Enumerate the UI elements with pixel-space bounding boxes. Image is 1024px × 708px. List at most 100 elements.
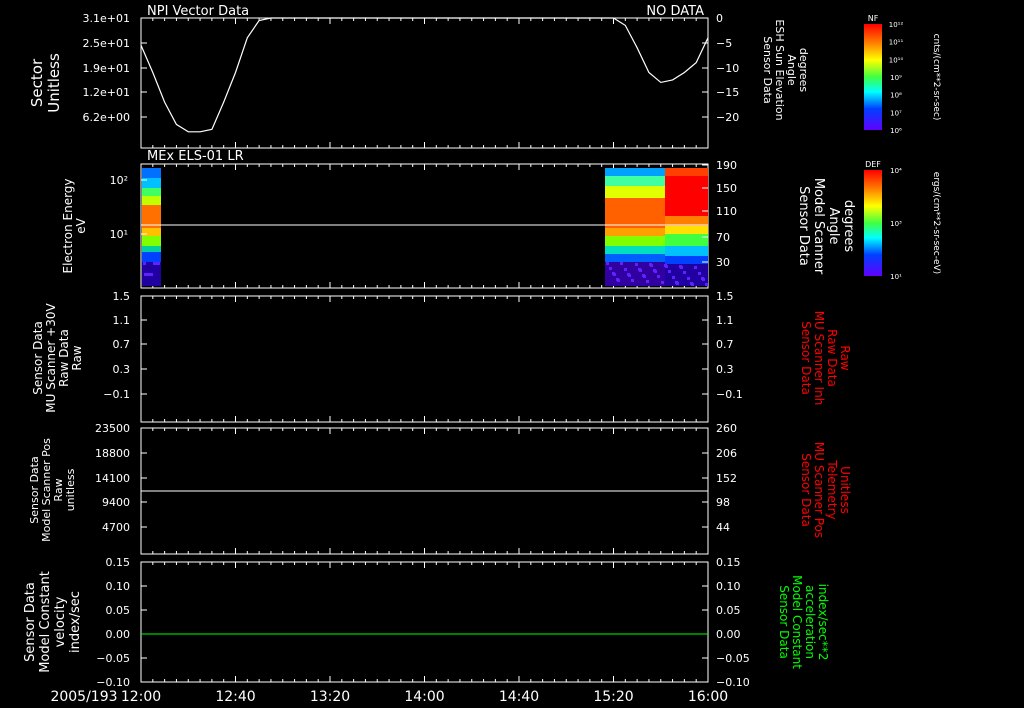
- heatmap-cell: [142, 236, 161, 246]
- heatmap-cell: [153, 262, 156, 265]
- y2-axis-label: MU Scanner Pos: [812, 442, 826, 538]
- y-axis-label: Unitless: [45, 53, 63, 113]
- y-tick-label: 2.5e+01: [83, 37, 130, 50]
- y-axis-label: Raw Data: [57, 329, 71, 387]
- y-tick-label: 0.05: [106, 604, 131, 617]
- colorbar-tick-label: 10³: [890, 220, 902, 228]
- colorbar-def: DEF 10⁴ 10³ 10¹ ergs/(cm**2-sr-sec-eV): [864, 160, 941, 281]
- y2-tick-label: 110: [716, 205, 737, 218]
- y-tick-label: −0.1: [103, 388, 130, 401]
- y-tick-label: −0.10: [96, 676, 130, 689]
- heatmap-cell: [631, 279, 634, 282]
- colorbar-tick-label: 10⁶: [890, 127, 902, 135]
- y2-axis-label: Telemetry: [825, 459, 839, 519]
- colorbar-label: DEF: [865, 160, 881, 169]
- y2-tick-label: 70: [716, 231, 730, 244]
- y2-tick-label: −15: [716, 86, 739, 99]
- heatmap-cell: [665, 234, 708, 246]
- y-tick-label: 1.2e+01: [83, 86, 130, 99]
- y2-tick-label: 0.7: [716, 338, 734, 351]
- heatmap-cell: [142, 188, 161, 196]
- y2-tick-label: 0.00: [716, 628, 741, 641]
- y-axis-label: Raw: [70, 345, 84, 370]
- x-tick-label: 13:20: [310, 689, 350, 705]
- y2-axis-label: Sensor Data: [761, 36, 774, 103]
- colorbar-tick-label: 10¹⁰: [889, 56, 904, 64]
- y2-tick-label: 30: [716, 256, 730, 269]
- y-axis-label: Sector: [28, 58, 46, 107]
- heatmap-cell: [612, 272, 615, 275]
- y2-axis-label: Sensor Data: [777, 585, 791, 659]
- y-tick-label: 0.15: [106, 556, 131, 569]
- heatmap-cell: [605, 186, 665, 198]
- heatmap-cell: [664, 264, 667, 267]
- panel-title: NPI Vector Data: [147, 4, 249, 19]
- y2-axis-label: Raw: [838, 345, 852, 370]
- y-tick-label: 1.5: [113, 290, 131, 303]
- colorbar-tick-label: 10⁴: [890, 167, 902, 175]
- heatmap-cell: [665, 226, 708, 234]
- panel-3: 1.5 1.1 0.7 0.3 −0.1 1.5 1.1 0.7 0.3 −0.1 Sensor D…: [31, 290, 852, 423]
- panel-4: 23500 18800 14100 9400 4700 260 206 152 98 44 Sens…: [28, 422, 852, 555]
- heatmap-cell: [701, 277, 704, 280]
- heatmap-cell: [605, 176, 665, 186]
- colorbar-tick-label: 10⁷: [890, 109, 902, 117]
- heatmap-cell: [687, 277, 690, 280]
- heatmap-cell: [665, 168, 708, 176]
- y2-axis-label: Angle: [826, 208, 841, 245]
- colorbar-tick-label: 10¹²: [889, 21, 904, 29]
- y2-axis-label: Model Scanner: [811, 178, 826, 275]
- y2-tick-label: −10: [716, 62, 739, 75]
- heatmap-cell: [142, 168, 161, 178]
- heatmap-cell: [694, 266, 697, 269]
- y-tick-label: 3.1e+01: [83, 12, 130, 25]
- panel-frame: [140, 17, 709, 149]
- heatmap-cell: [635, 263, 638, 266]
- y-tick-label: 6.2e+00: [83, 111, 130, 124]
- y2-tick-label: −20: [716, 111, 739, 124]
- y2-tick-label: −0.1: [716, 388, 743, 401]
- y-tick-label: 0.10: [106, 580, 131, 593]
- heatmap-cell: [638, 268, 641, 271]
- y2-tick-label: 150: [716, 182, 737, 195]
- y2-tick-label: 0: [716, 12, 723, 25]
- date-label: 2005/193: [50, 689, 117, 705]
- y-axis-label: MU Scanner +30V: [44, 303, 58, 413]
- colorbar-units: cnts/(cm**2-sr-sec): [931, 34, 941, 121]
- heatmap-cell: [609, 267, 612, 270]
- y-tick-label: 0.00: [106, 628, 131, 641]
- x-tick-label: 14:00: [404, 689, 444, 705]
- x-tick-label: 14:40: [499, 689, 539, 705]
- y2-axis-label: index/sec**2: [816, 584, 830, 661]
- heatmap-cell: [646, 280, 649, 283]
- series-line: [140, 17, 272, 133]
- panel-title: MEx ELS-01 LR: [147, 149, 244, 164]
- heatmap-cell: [620, 262, 623, 265]
- colorbar-tick-label: 10¹: [890, 273, 902, 281]
- heatmap-cell: [642, 274, 645, 277]
- heatmap-cell: [605, 168, 665, 176]
- y-tick-label: 0.7: [113, 338, 131, 351]
- heatmap-cell: [605, 236, 665, 246]
- y-axis-label: Model Constant: [38, 571, 53, 673]
- heatmap-cell: [679, 265, 682, 268]
- panel-frame: [140, 295, 709, 423]
- heatmap-cell: [653, 269, 656, 272]
- y2-tick-label: 44: [716, 521, 730, 534]
- heatmap-cell: [657, 275, 660, 278]
- heatmap-cell: [143, 262, 146, 265]
- x-tick-label: 15:20: [593, 689, 633, 705]
- y-tick-label: 14100: [95, 472, 130, 485]
- heatmap-cell: [605, 198, 665, 228]
- colorbar-tick-label: 10⁸: [890, 92, 902, 100]
- y2-axis-label: Sensor Data: [796, 186, 811, 266]
- heatmap-cell: [605, 228, 665, 236]
- y2-axis-label: Raw Data: [825, 329, 839, 387]
- y2-axis-label: ESH Sun Elevation: [773, 19, 786, 120]
- y2-tick-label: 98: [716, 496, 730, 509]
- y2-tick-label: 1.5: [716, 290, 734, 303]
- y-tick-label: 10¹: [110, 228, 128, 241]
- y2-tick-label: −5: [716, 37, 732, 50]
- y2-axis-label: degrees: [841, 200, 856, 253]
- x-tick-label: 16:00: [688, 689, 728, 705]
